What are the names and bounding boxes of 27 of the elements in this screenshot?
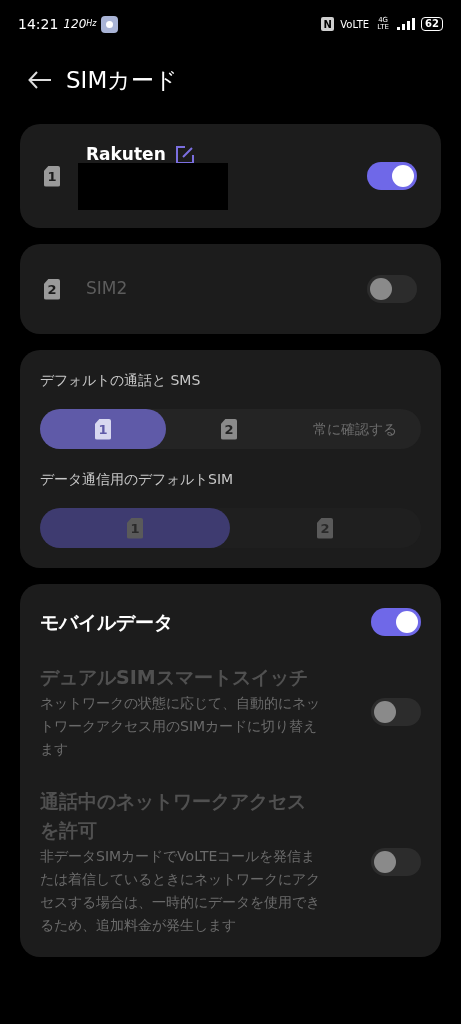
page-title: SIMカード bbox=[66, 65, 179, 95]
segment-option[interactable]: 2 bbox=[166, 409, 292, 449]
back-arrow-icon[interactable] bbox=[28, 71, 52, 89]
refresh-rate: 120 bbox=[63, 16, 87, 33]
edit-icon[interactable] bbox=[175, 145, 194, 164]
toggle-switch[interactable] bbox=[371, 608, 421, 637]
section-label: デフォルトの通話と SMS bbox=[40, 371, 202, 390]
section-label: データ通信用のデフォルトSIM bbox=[40, 470, 235, 489]
segment-option[interactable]: 常に確認する bbox=[292, 409, 418, 449]
sim-name: Rakuten bbox=[86, 142, 166, 166]
mobile-data-title: モバイルデータ bbox=[40, 610, 173, 635]
nfc-icon: N bbox=[321, 17, 335, 31]
sim-card-icon: 1 bbox=[44, 165, 60, 187]
setting-description: ネットワークの状態に応じて、自動的にネットワークアクセス用のSIMカードに切り替えます bbox=[40, 693, 320, 759]
refresh-unit: Hz bbox=[86, 18, 97, 30]
sim-name: SIM2 bbox=[86, 277, 128, 301]
setting-description: 非データSIMカードでVoLTEコールを発信または着信しているときにネットワークにアクセスする場合は、一時的にデータを使用できるため、追加料金が発生します bbox=[40, 846, 320, 935]
toggle-switch[interactable] bbox=[367, 162, 417, 190]
volte-label: VoLTE bbox=[340, 17, 370, 32]
battery-indicator: 62 bbox=[421, 17, 443, 31]
clock: 14:21 bbox=[18, 14, 59, 34]
sim-card-icon: 2 bbox=[44, 278, 60, 300]
sim-card-icon: 1 bbox=[95, 418, 111, 440]
settings-icon bbox=[101, 15, 119, 33]
sim-card-icon: 2 bbox=[221, 418, 237, 440]
signal-icon bbox=[397, 18, 416, 30]
segment-option[interactable]: 1 bbox=[40, 409, 166, 449]
